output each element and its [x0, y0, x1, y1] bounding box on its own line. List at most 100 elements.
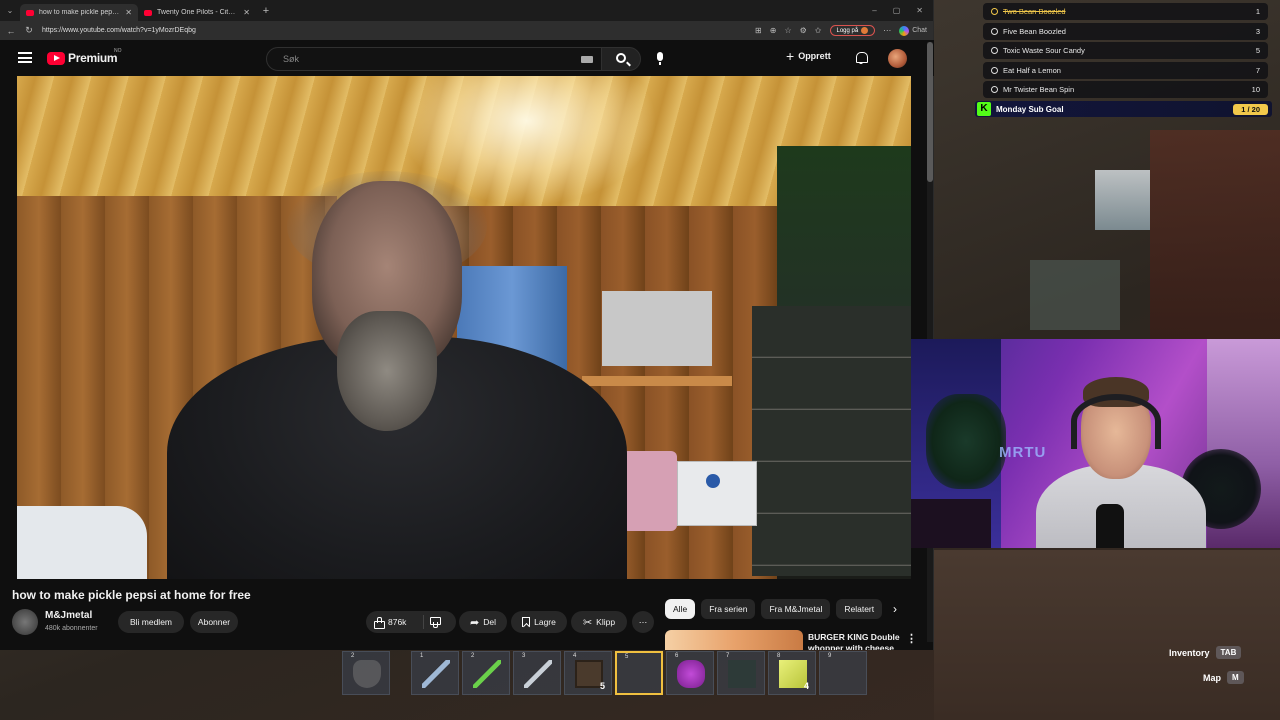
slot-count: 5	[599, 681, 605, 691]
search-placeholder: Søk	[283, 54, 300, 64]
hotbar-slot[interactable]: 9	[819, 651, 867, 695]
goal-label: Two Bean Boozled	[1003, 7, 1066, 16]
like-count[interactable]: 876k	[388, 617, 406, 627]
goal-value: 5	[1255, 46, 1260, 55]
slot-number: 3	[522, 653, 526, 659]
like-icon[interactable]	[374, 617, 385, 629]
join-button[interactable]: Bli medlem	[118, 611, 184, 633]
new-tab-icon[interactable]: +	[256, 5, 276, 17]
youtube-header: Premium NO Søk + Opprett	[0, 40, 934, 76]
search-button[interactable]	[601, 47, 641, 71]
chip-related[interactable]: Relatert	[836, 599, 883, 619]
scissors-icon: ✂	[582, 616, 593, 629]
more-icon[interactable]: ⋯	[883, 26, 891, 35]
maximize-icon[interactable]: ▢	[893, 6, 901, 15]
clip-button[interactable]: ✂ Klipp	[571, 611, 627, 633]
goal-item: Eat Half a Lemon 7	[983, 61, 1268, 79]
channel-avatar[interactable]	[12, 609, 38, 635]
hotbar-slot[interactable]: 8 4	[768, 651, 816, 695]
video-person-beard	[337, 311, 437, 431]
like-dislike-group: 876k	[366, 611, 456, 633]
zoom-icon[interactable]: ⊕	[770, 26, 777, 35]
goal-check-icon	[991, 47, 998, 54]
slot-number: 2	[471, 653, 475, 659]
account-avatar[interactable]	[888, 49, 907, 68]
slot-number: 8	[777, 653, 781, 659]
tab-list-icon[interactable]: ⌄	[0, 6, 20, 15]
plus-icon: +	[786, 48, 795, 64]
chip-from-series[interactable]: Fra serien	[701, 599, 756, 619]
minimize-icon[interactable]: –	[872, 6, 876, 15]
chevron-right-icon[interactable]: ›	[893, 603, 907, 617]
goal-check-icon	[991, 27, 998, 35]
tab-title: how to make pickle pepsi at h	[39, 9, 120, 16]
close-icon[interactable]: ✕	[125, 8, 132, 17]
like-separator	[423, 615, 424, 629]
share-button[interactable]: ➦ Del	[459, 611, 507, 633]
recommended-thumbnail[interactable]	[665, 630, 803, 650]
back-icon[interactable]: ←	[6, 26, 16, 36]
keyboard-icon[interactable]	[581, 56, 593, 63]
pickaxe-icon	[473, 660, 501, 688]
goal-label: Five Bean Boozled	[1003, 26, 1066, 36]
hotbar-slot[interactable]: 6	[666, 651, 714, 695]
window-controls: – ▢ ✕	[872, 6, 933, 15]
chip-from-channel[interactable]: Fra M&Jmetal	[761, 599, 831, 619]
hotbar-slot[interactable]: 1	[411, 651, 459, 695]
dislike-icon[interactable]	[430, 617, 441, 628]
save-label: Lagre	[534, 617, 556, 627]
slot-number: 2	[351, 653, 355, 659]
goal-check-icon	[991, 66, 998, 74]
hotbar-slot[interactable]: 2	[342, 651, 390, 695]
url-field[interactable]: https://www.youtube.com/watch?v=1yMozrDE…	[42, 27, 747, 34]
youtube-logo[interactable]: Premium	[47, 51, 118, 65]
create-button[interactable]: + Opprett	[786, 48, 831, 64]
slot-number: 7	[726, 653, 730, 659]
scrollbar-thumb[interactable]	[927, 42, 933, 182]
logo-text: Premium	[68, 51, 118, 65]
hotbar-slot[interactable]: 3	[513, 651, 561, 695]
goal-check-icon	[991, 86, 998, 93]
more-actions-button[interactable]: ⋯	[632, 611, 654, 633]
apps-icon[interactable]: ⊞	[755, 26, 762, 35]
reload-icon[interactable]: ↻	[24, 25, 34, 36]
close-icon[interactable]: ✕	[243, 8, 250, 17]
notifications-bell-icon[interactable]	[855, 52, 868, 64]
goal-value: 7	[1255, 65, 1260, 75]
shield-icon	[353, 660, 381, 688]
goal-item: Five Bean Boozled 3	[983, 22, 1268, 40]
favorite-star-icon[interactable]: ☆	[784, 26, 791, 35]
copilot-chat-button[interactable]: Chat	[899, 25, 927, 36]
chat-label: Chat	[912, 27, 927, 34]
save-button[interactable]: Lagre	[511, 611, 567, 633]
tab-title: Twenty One Pilots - City Walls (Of	[157, 9, 238, 16]
map-key: M	[1227, 671, 1244, 684]
goal-item: Toxic Waste Sour Candy 5	[983, 42, 1268, 59]
chip-all[interactable]: Alle	[665, 599, 696, 619]
game-floor	[934, 550, 1280, 720]
hotbar-slot[interactable]: 4 5	[564, 651, 612, 695]
bookmark-icon	[522, 617, 531, 627]
goal-value: 10	[1251, 85, 1260, 94]
tab-music[interactable]: Twenty One Pilots - City Walls (Of ✕	[138, 4, 256, 21]
video-player[interactable]	[17, 76, 911, 579]
tab-video[interactable]: how to make pickle pepsi at h ✕	[20, 4, 138, 21]
hotbar-slot[interactable]: 7	[717, 651, 765, 695]
menu-icon[interactable]	[18, 52, 32, 63]
subscribe-button[interactable]: Abonner	[190, 611, 238, 633]
goal-item: Two Bean Boozled 1	[983, 3, 1268, 20]
login-button[interactable]: Logg på	[829, 25, 876, 36]
microphone-icon[interactable]	[656, 52, 664, 65]
microphone-stand	[1096, 504, 1124, 548]
webcam-plant-left	[926, 394, 1006, 489]
subscriber-count: 480k abonnenter	[45, 625, 98, 632]
extensions-icon[interactable]: ⚙	[800, 26, 807, 35]
favorites-icon[interactable]: ✩	[815, 26, 822, 35]
hotbar-slot[interactable]: 2	[462, 651, 510, 695]
channel-name[interactable]: M&Jmetal	[45, 610, 92, 621]
more-vertical-icon[interactable]: ⋮	[906, 632, 917, 645]
hotbar-slot-selected[interactable]: 5	[615, 651, 663, 695]
recommended-title[interactable]: BURGER KING Double whopper with cheese	[808, 632, 904, 650]
close-window-icon[interactable]: ✕	[916, 6, 923, 15]
search-input[interactable]: Søk	[266, 47, 602, 71]
